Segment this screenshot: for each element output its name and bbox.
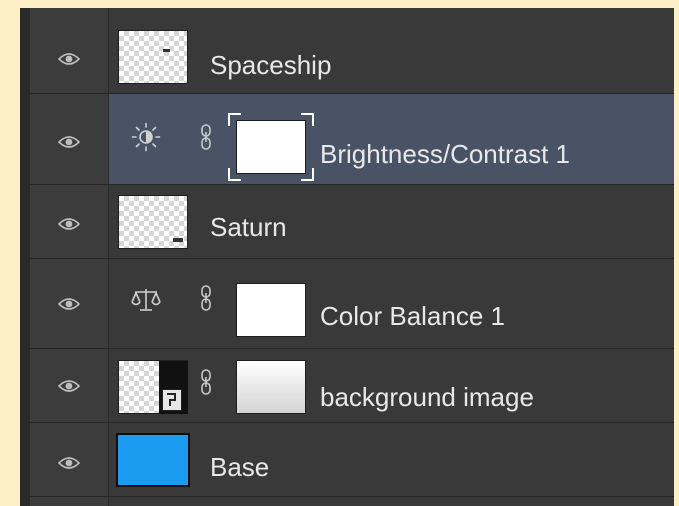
fill-color-thumbnail[interactable]: [116, 433, 190, 487]
layer-thumbnail: [118, 30, 188, 84]
link-icon[interactable]: [200, 124, 212, 155]
layer-name: Saturn: [210, 212, 287, 242]
color-balance-icon: [131, 287, 161, 318]
smart-object-icon: [162, 389, 182, 411]
eye-icon[interactable]: [58, 217, 80, 231]
layer-name: Brightness/Contrast 1: [320, 139, 571, 169]
layer-thumbnail: [118, 195, 188, 249]
layer-row-brightness-contrast[interactable]: Brightness/Contrast 1: [30, 94, 674, 185]
layer-row-content[interactable]: Saturn: [109, 185, 674, 258]
layer-name: Base: [210, 452, 270, 482]
eye-icon[interactable]: [58, 297, 80, 311]
link-icon[interactable]: [200, 369, 212, 400]
layer-row-content[interactable]: background image: [109, 349, 674, 422]
layer-row-content[interactable]: Base: [109, 423, 674, 496]
layer-row-background-image[interactable]: background image: [30, 349, 674, 423]
layer-row-content[interactable]: Brightness/Contrast 1: [109, 94, 674, 184]
mask-selection-bracket: [228, 113, 314, 181]
layer-name: Color Balance 1: [320, 301, 505, 331]
layer-row-content[interactable]: Color Balance 1: [109, 259, 674, 348]
layer-mask-thumbnail[interactable]: [236, 283, 306, 337]
layer-row-content[interactable]: Spaceship: [109, 8, 674, 93]
layer-row-saturn[interactable]: Saturn: [30, 185, 674, 259]
eye-icon[interactable]: [58, 52, 80, 66]
layer-name: background image: [320, 382, 534, 412]
brightness-contrast-icon: [131, 122, 161, 157]
layer-row-base[interactable]: Base: [30, 423, 674, 497]
layers-panel: Spaceship Brightness/Contrast 1 Saturn C…: [20, 8, 674, 506]
link-icon[interactable]: [200, 285, 212, 316]
layer-name: Spaceship: [210, 50, 332, 80]
layer-row-spaceship[interactable]: Spaceship: [30, 8, 674, 94]
eye-icon[interactable]: [58, 456, 80, 470]
layer-mask-thumbnail[interactable]: [236, 360, 306, 414]
eye-icon[interactable]: [58, 135, 80, 149]
eye-icon[interactable]: [58, 379, 80, 393]
layer-row-color-balance[interactable]: Color Balance 1: [30, 259, 674, 349]
